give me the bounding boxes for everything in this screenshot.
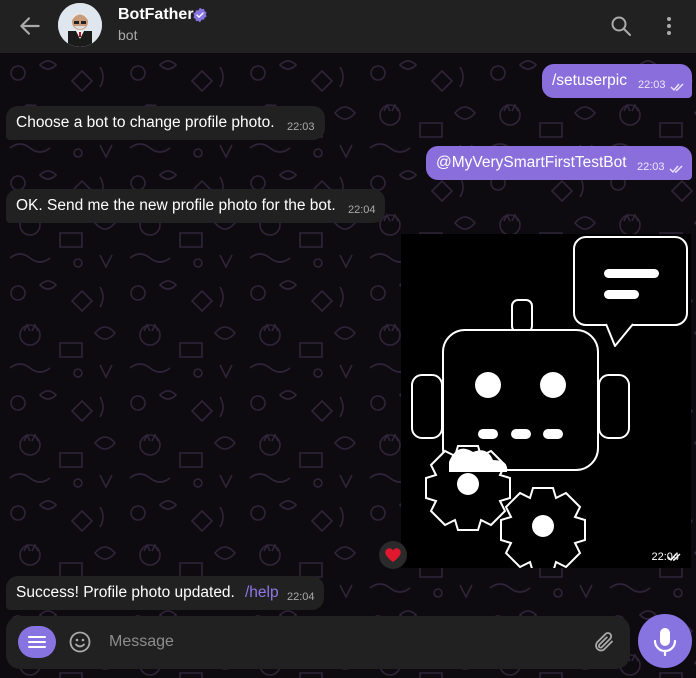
chat-status: bot [118,27,138,43]
search-icon[interactable] [609,14,633,38]
message-time: 22:04 [287,591,315,603]
photo-message[interactable]: 22:04 [401,234,691,573]
message-incoming[interactable]: Choose a bot to change profile photo. 22… [6,106,325,140]
more-vertical-icon[interactable] [657,14,681,38]
message-time: 22:03 [637,161,665,173]
message-list[interactable]: /setuserpic 22:03 Choose a bot to change… [0,53,696,678]
double-check-icon [670,83,684,92]
message-text: OK. Send me the new profile photo for th… [16,197,336,214]
message-text: @MyVerySmartFirstTestBot [436,154,627,171]
message-input[interactable]: Message [109,633,174,651]
message-text: Success! Profile photo updated. [16,584,235,601]
verified-badge-icon [193,7,207,23]
bot-menu-icon [28,636,46,648]
microphone-icon [653,628,677,657]
bot-menu-button[interactable] [18,626,56,658]
chat-title[interactable]: BotFather [118,6,194,24]
record-voice-button[interactable] [638,614,692,668]
message-incoming[interactable]: Success! Profile photo updated. /help 22… [6,576,324,610]
arrow-left-icon[interactable] [17,13,43,39]
avatar[interactable] [58,3,102,47]
message-incoming[interactable]: OK. Send me the new profile photo for th… [6,189,385,223]
message-text: /setuserpic [552,72,627,89]
robot-image [411,236,688,573]
heart-icon [385,548,401,562]
bot-command-link[interactable]: /help [245,576,279,610]
message-composer: Message [6,616,630,669]
double-check-icon [669,165,683,174]
message-outgoing[interactable]: /setuserpic 22:03 [542,64,692,98]
paperclip-icon[interactable] [592,630,616,654]
chat-header: BotFather bot [0,0,696,53]
message-outgoing[interactable]: @MyVerySmartFirstTestBot 22:03 [426,146,692,180]
smile-icon[interactable] [68,630,92,654]
message-text: Choose a bot to change profile photo. [16,114,275,131]
double-check-icon [667,553,681,562]
message-time: 22:03 [287,121,315,133]
message-time: 22:04 [348,204,376,216]
message-time: 22:03 [638,79,666,91]
reaction-heart[interactable] [379,541,407,569]
